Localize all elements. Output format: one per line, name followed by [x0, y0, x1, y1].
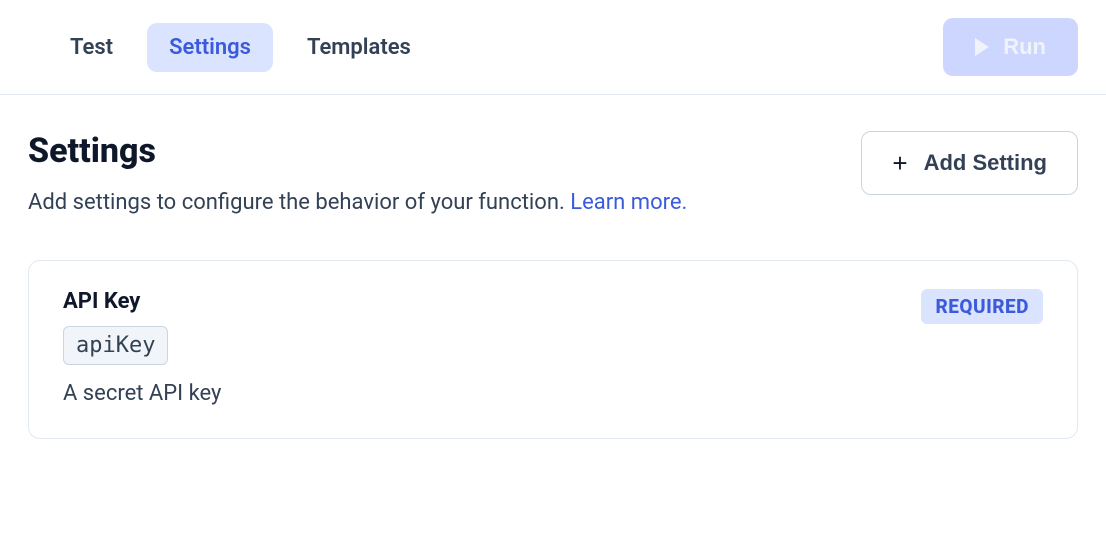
header-row: Settings Add settings to configure the b… [28, 131, 1078, 220]
add-setting-button[interactable]: + Add Setting [861, 131, 1078, 195]
header-left: Settings Add settings to configure the b… [28, 131, 687, 220]
tab-test[interactable]: Test [48, 23, 135, 72]
topbar: Test Settings Templates Run [0, 0, 1106, 95]
page-title: Settings [28, 131, 687, 171]
setting-card-row: API Key apiKey A secret API key REQUIRED [63, 289, 1043, 406]
setting-card: API Key apiKey A secret API key REQUIRED [28, 260, 1078, 439]
tab-templates[interactable]: Templates [285, 23, 433, 72]
required-badge: REQUIRED [921, 289, 1043, 324]
setting-code: apiKey [63, 326, 168, 365]
subtitle-text: Add settings to configure the behavior o… [28, 190, 570, 215]
play-icon [975, 38, 989, 56]
run-button[interactable]: Run [943, 18, 1078, 76]
run-button-label: Run [1003, 34, 1046, 60]
page-subtitle: Add settings to configure the behavior o… [28, 185, 687, 220]
add-setting-label: Add Setting [924, 150, 1047, 176]
plus-icon: + [892, 150, 907, 176]
setting-title: API Key [63, 289, 221, 314]
setting-card-left: API Key apiKey A secret API key [63, 289, 221, 406]
learn-more-link[interactable]: Learn more. [570, 190, 687, 215]
content: Settings Add settings to configure the b… [0, 95, 1106, 439]
tab-settings[interactable]: Settings [147, 23, 273, 72]
tabs: Test Settings Templates [48, 23, 433, 72]
setting-description: A secret API key [63, 381, 221, 406]
